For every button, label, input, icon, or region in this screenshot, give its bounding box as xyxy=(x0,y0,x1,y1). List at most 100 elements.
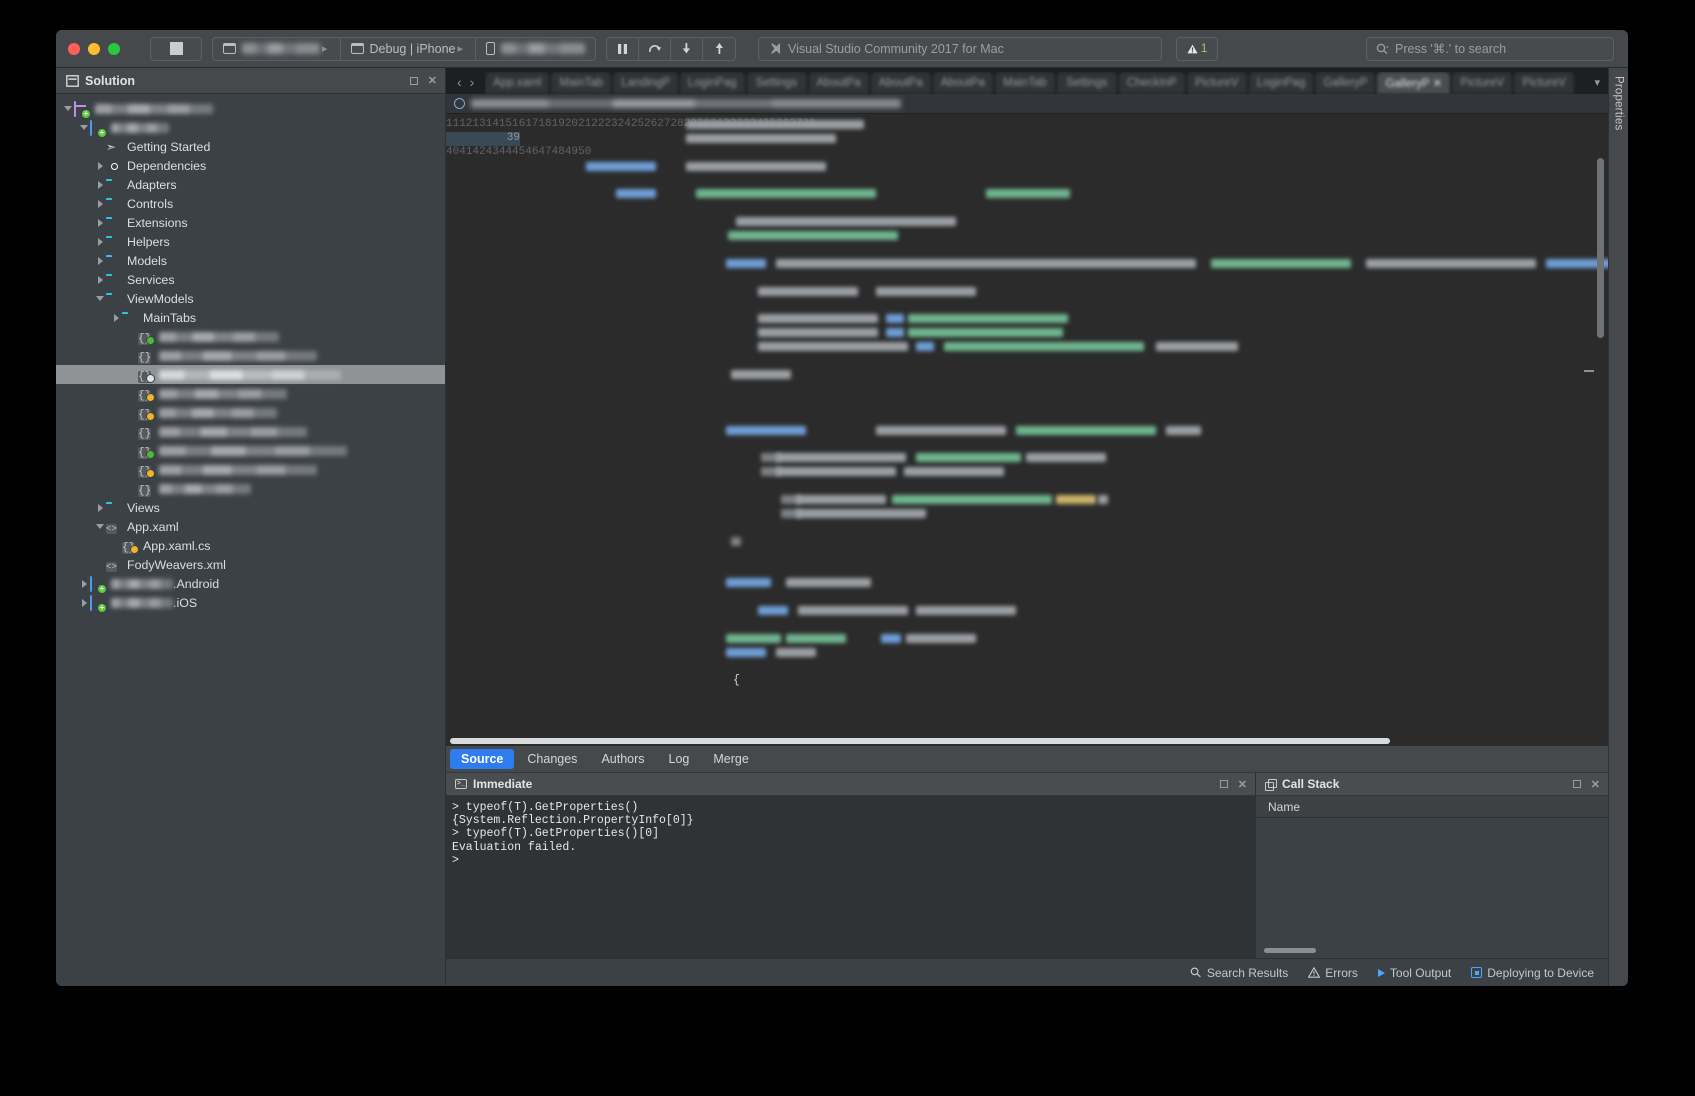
twisty-closed[interactable] xyxy=(94,161,106,170)
call-stack-horizontal-scrollbar[interactable] xyxy=(1264,948,1316,953)
maximize-immediate-icon[interactable] xyxy=(1219,780,1228,788)
pause-button[interactable] xyxy=(607,37,640,60)
editor-tab-galleryp[interactable]: GalleryP xyxy=(1315,72,1376,94)
status-bar-item-deploying-to-device[interactable]: Deploying to Device xyxy=(1471,966,1594,980)
tree-item-helpers[interactable]: Helpers xyxy=(56,232,445,251)
tree-item-redacted[interactable]: {} xyxy=(56,346,445,365)
twisty-closed[interactable] xyxy=(94,237,106,246)
solution-tree[interactable]: + + ➣ Getting Started Dependencies Adapters Co… xyxy=(56,94,445,986)
tab-nav-back[interactable]: ‹ xyxy=(454,74,465,90)
tree-item-redacted[interactable]: {} xyxy=(56,365,445,384)
editor-tab-aboutpa[interactable]: AboutPa xyxy=(932,72,993,94)
pad-tab-changes[interactable]: Changes xyxy=(516,749,588,769)
editor-tab-settings[interactable]: Settings xyxy=(746,72,807,94)
run-stop-button[interactable] xyxy=(150,36,202,61)
search-input[interactable] xyxy=(1395,42,1595,56)
tab-overflow-button[interactable]: ▾ xyxy=(1590,76,1608,94)
config-project-segment[interactable]: ▸ xyxy=(213,37,341,60)
tree-item-redacted[interactable]: {} xyxy=(56,422,445,441)
maximize-call-stack-icon[interactable] xyxy=(1572,780,1581,788)
configuration-selector[interactable]: ▸ Debug | iPhone ▸ xyxy=(212,36,597,61)
tree-item-adapters[interactable]: Adapters xyxy=(56,175,445,194)
tree-item-extensions[interactable]: Extensions xyxy=(56,213,445,232)
twisty-closed[interactable] xyxy=(94,199,106,208)
tree-item-redacted[interactable]: {} xyxy=(56,479,445,498)
editor-tab-maintab[interactable]: MainTab xyxy=(551,72,612,94)
code-editor[interactable]: 1112131415161718192021222324252627282930… xyxy=(446,114,1608,746)
twisty-open[interactable] xyxy=(94,296,106,301)
twisty-open[interactable] xyxy=(94,524,106,529)
editor-tab-picturev[interactable]: PictureV xyxy=(1514,72,1575,94)
step-over-button[interactable] xyxy=(639,37,672,60)
editor-breadcrumb-bar[interactable] xyxy=(446,94,1608,114)
minimize-window-button[interactable] xyxy=(88,42,100,55)
twisty-closed[interactable] xyxy=(78,579,90,588)
tree-item-fodyweavers-xml[interactable]: <> FodyWeavers.xml xyxy=(56,555,445,574)
tree-item-controls[interactable]: Controls xyxy=(56,194,445,213)
twisty-closed[interactable] xyxy=(94,218,106,227)
close-immediate-icon[interactable]: ✕ xyxy=(1238,778,1247,791)
editor-tab-picturev[interactable]: PictureV xyxy=(1186,72,1247,94)
status-bar-item-tool-output[interactable]: Tool Output xyxy=(1377,966,1451,980)
editor-tab-bar[interactable]: ‹ › App.xaml MainTab LandingP LoginPag Setti… xyxy=(446,68,1608,94)
tree-item-redacted[interactable]: {} xyxy=(56,403,445,422)
editor-tab-landingp[interactable]: LandingP xyxy=(613,72,678,94)
zoom-window-button[interactable] xyxy=(108,42,120,55)
tree-item-maintabs[interactable]: MainTabs xyxy=(56,308,445,327)
editor-tab-aboutpa[interactable]: AboutPa xyxy=(808,72,869,94)
tree-item-android[interactable]: + .Android xyxy=(56,574,445,593)
close-call-stack-icon[interactable]: ✕ xyxy=(1591,778,1600,791)
pad-tab-source[interactable]: Source xyxy=(450,749,515,769)
version-control-tabs[interactable]: Source Changes Authors Log Merge xyxy=(446,746,1608,772)
twisty-closed[interactable] xyxy=(94,256,106,265)
tree-item-models[interactable]: Models xyxy=(56,251,445,270)
editor-tab-app-xaml[interactable]: App.xaml xyxy=(485,72,550,94)
tree-item-services[interactable]: Services xyxy=(56,270,445,289)
tree-item-getting-started[interactable]: ➣ Getting Started xyxy=(56,137,445,156)
twisty-closed[interactable] xyxy=(110,313,122,322)
maximize-pad-icon[interactable] xyxy=(409,76,418,85)
tab-nav-forward[interactable]: › xyxy=(467,74,478,90)
editor-tab-picturev[interactable]: PictureV xyxy=(1452,72,1513,94)
close-pad-icon[interactable]: ✕ xyxy=(428,74,437,87)
config-configuration-segment[interactable]: Debug | iPhone ▸ xyxy=(341,37,477,60)
status-bar-item-errors[interactable]: Errors xyxy=(1308,966,1358,980)
editor-tab-settings[interactable]: Settings xyxy=(1056,72,1117,94)
tree-item-app-xaml[interactable]: <> App.xaml xyxy=(56,517,445,536)
tree-item-redacted[interactable]: + xyxy=(56,99,445,118)
editor-tab-aboutpa[interactable]: AboutPa xyxy=(870,72,931,94)
editor-tab-maintab[interactable]: MainTab xyxy=(994,72,1055,94)
twisty-closed[interactable] xyxy=(78,598,90,607)
tab-navigation[interactable]: ‹ › xyxy=(446,74,485,94)
tree-item-redacted[interactable]: {} xyxy=(56,460,445,479)
pad-tab-merge[interactable]: Merge xyxy=(702,749,759,769)
twisty-open[interactable] xyxy=(78,125,90,130)
tree-item-redacted[interactable]: {} xyxy=(56,327,445,346)
warning-count-badge[interactable]: 1 xyxy=(1176,36,1219,61)
config-device-segment[interactable] xyxy=(476,38,595,60)
pad-tab-authors[interactable]: Authors xyxy=(590,749,655,769)
tree-item-dependencies[interactable]: Dependencies xyxy=(56,156,445,175)
twisty-closed[interactable] xyxy=(94,275,106,284)
editor-tab-loginpag[interactable]: LoginPag xyxy=(679,72,745,94)
properties-pad-label[interactable]: Properties xyxy=(1613,76,1625,130)
immediate-console-output[interactable]: > typeof(T).GetProperties() {System.Refl… xyxy=(446,796,1255,958)
breadcrumb-path-redacted[interactable] xyxy=(471,99,901,108)
call-stack-rows[interactable] xyxy=(1256,818,1608,958)
twisty-closed[interactable] xyxy=(94,180,106,189)
twisty-open[interactable] xyxy=(62,106,74,111)
editor-tab-galleryp[interactable]: GalleryP ✕ xyxy=(1377,72,1451,94)
tree-item-app-xaml-cs[interactable]: {} App.xaml.cs xyxy=(56,536,445,555)
pad-tab-log[interactable]: Log xyxy=(658,749,701,769)
editor-vertical-scrollbar[interactable] xyxy=(1597,158,1604,338)
tree-item-ios[interactable]: + .iOS xyxy=(56,593,445,612)
tree-item-views[interactable]: Views xyxy=(56,498,445,517)
twisty-closed[interactable] xyxy=(94,503,106,512)
close-window-button[interactable] xyxy=(68,42,80,55)
tree-item-redacted[interactable]: {} xyxy=(56,384,445,403)
editor-horizontal-scrollbar-track[interactable] xyxy=(446,736,1608,746)
global-search-box[interactable] xyxy=(1366,37,1614,61)
code-fold-marker[interactable] xyxy=(1584,370,1594,372)
tree-item-redacted[interactable]: {} xyxy=(56,441,445,460)
properties-pad-strip[interactable]: Properties xyxy=(1608,68,1628,986)
